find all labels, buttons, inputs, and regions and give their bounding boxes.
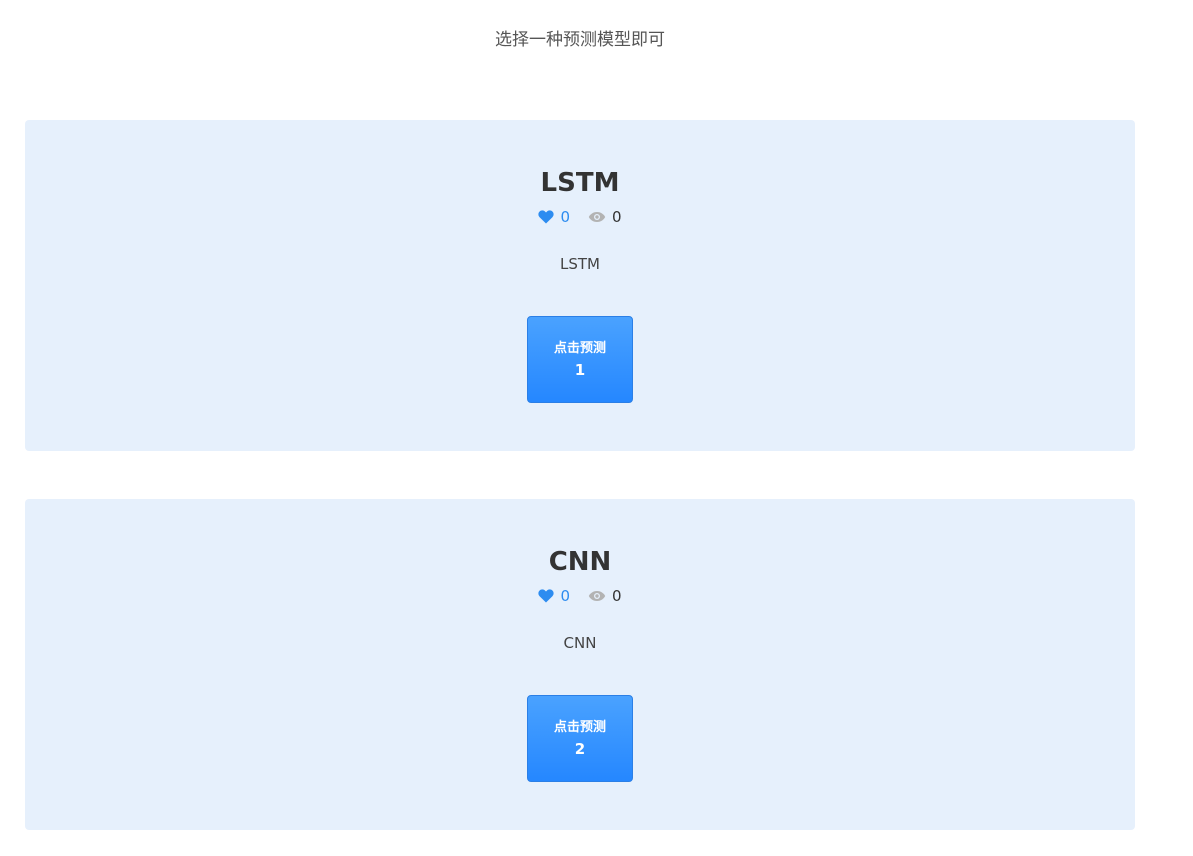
model-description: CNN: [563, 634, 597, 652]
model-card-lstm: LSTM 0 0 LSTM 点击预测 1: [25, 120, 1135, 451]
predict-button-2[interactable]: 点击预测 2: [527, 695, 633, 782]
model-stats: 0 0: [25, 586, 1135, 606]
predict-button-label: 点击预测: [553, 340, 606, 356]
eye-icon: [588, 590, 606, 602]
model-stats: 0 0: [25, 207, 1135, 227]
eye-icon: [588, 211, 606, 223]
predict-button-number: 2: [574, 739, 586, 758]
model-title: CNN: [548, 547, 612, 577]
heart-icon: [538, 589, 555, 603]
like-stat[interactable]: 0: [538, 586, 570, 606]
view-stat: 0: [588, 207, 622, 227]
page: 选择一种预测模型即可 LSTM 0 0 LSTM 点击预测 1 CNN 0 0 …: [0, 0, 1193, 856]
like-count: 0: [560, 587, 570, 605]
view-stat: 0: [588, 586, 622, 606]
view-count: 0: [612, 208, 622, 226]
like-stat[interactable]: 0: [538, 207, 570, 227]
page-subtitle: 选择一种预测模型即可: [495, 30, 665, 50]
view-count: 0: [612, 587, 622, 605]
predict-button-label: 点击预测: [553, 719, 606, 735]
like-count: 0: [560, 208, 570, 226]
model-description: LSTM: [560, 255, 600, 273]
model-card-cnn: CNN 0 0 CNN 点击预测 2: [25, 499, 1135, 830]
predict-button-number: 1: [574, 360, 586, 379]
predict-button-1[interactable]: 点击预测 1: [527, 316, 633, 403]
heart-icon: [538, 210, 555, 224]
model-title: LSTM: [540, 168, 620, 198]
